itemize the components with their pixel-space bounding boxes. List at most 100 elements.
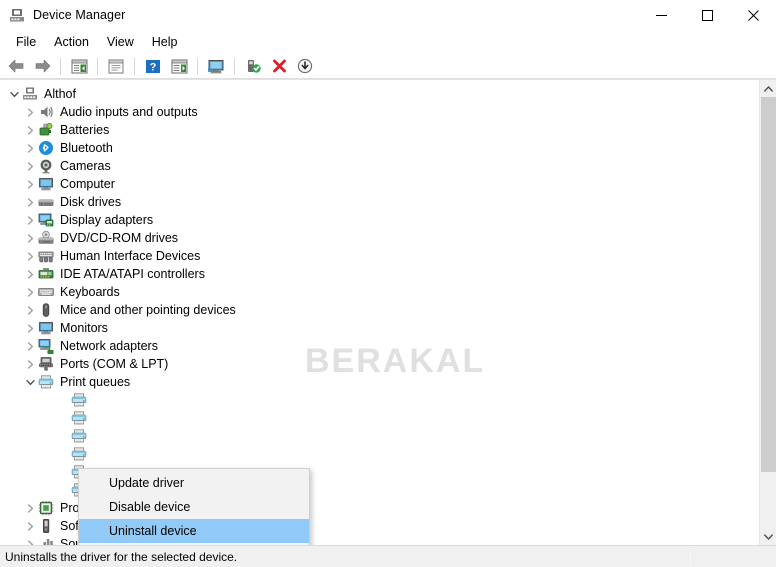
tree-item-print-queue-child[interactable] — [0, 427, 759, 445]
device-manager-window: Device Manager File Action View Help ? B… — [0, 0, 776, 567]
scan-for-hardware-changes-button[interactable] — [204, 55, 228, 77]
tree-item-label: Disk drives — [60, 195, 122, 209]
device-manager-icon — [9, 7, 25, 23]
tree-item-label: Althof — [44, 87, 76, 101]
monitor-icon — [38, 176, 54, 192]
chevron-right-icon[interactable] — [22, 158, 38, 174]
tree-item-print-queue-child[interactable] — [0, 445, 759, 463]
menu-file[interactable]: File — [7, 32, 45, 52]
chevron-right-icon[interactable] — [22, 518, 38, 534]
window-controls — [638, 0, 776, 30]
chevron-right-icon[interactable] — [22, 230, 38, 246]
tree-item-label: Computer — [60, 177, 115, 191]
tree-item-label: Keyboards — [60, 285, 120, 299]
chevron-right-icon[interactable] — [22, 212, 38, 228]
chevron-placeholder — [55, 482, 71, 498]
menu-help[interactable]: Help — [143, 32, 187, 52]
tree-item-mice-and-other-pointing-devices[interactable]: Mice and other pointing devices — [0, 301, 759, 319]
properties-button[interactable] — [104, 55, 128, 77]
menu-view[interactable]: View — [98, 32, 143, 52]
tree-item-root[interactable]: Althof — [0, 85, 759, 103]
toolbar-separator-2 — [97, 57, 98, 75]
tree-item-label: Cameras — [60, 159, 111, 173]
tree-item-label: IDE ATA/ATAPI controllers — [60, 267, 205, 281]
tree-item-bluetooth[interactable]: Bluetooth — [0, 139, 759, 157]
show-hide-console-tree-button[interactable] — [67, 55, 91, 77]
speaker-icon — [38, 104, 54, 120]
menu-action[interactable]: Action — [45, 32, 98, 52]
printer-icon — [38, 374, 54, 390]
context-menu-update-driver[interactable]: Update driver — [79, 471, 309, 495]
help-button[interactable]: ? — [141, 55, 165, 77]
chevron-right-icon[interactable] — [22, 140, 38, 156]
optical-drive-icon — [38, 230, 54, 246]
toolbar: ? — [0, 54, 776, 79]
sound-controller-icon — [38, 536, 54, 545]
forward-button[interactable] — [30, 55, 54, 77]
chevron-down-icon[interactable] — [6, 86, 22, 102]
tree-item-print-queue-child[interactable] — [0, 409, 759, 427]
printer-icon — [71, 392, 87, 408]
back-button[interactable] — [4, 55, 28, 77]
tree-item-network-adapters[interactable]: Network adapters — [0, 337, 759, 355]
tree-item-label: Ports (COM & LPT) — [60, 357, 169, 371]
chevron-down-icon[interactable] — [22, 374, 38, 390]
tree-item-keyboards[interactable]: Keyboards — [0, 283, 759, 301]
port-icon — [38, 356, 54, 372]
chevron-right-icon[interactable] — [22, 194, 38, 210]
tree-item-print-queues[interactable]: Print queues — [0, 373, 759, 391]
scrollbar-up-arrow[interactable] — [760, 80, 776, 97]
chevron-right-icon[interactable] — [22, 176, 38, 192]
chevron-right-icon[interactable] — [22, 338, 38, 354]
context-menu-uninstall-device[interactable]: Uninstall device — [79, 519, 309, 543]
maximize-button[interactable] — [684, 0, 730, 30]
scrollbar-down-arrow[interactable] — [760, 528, 776, 545]
tree-item-disk-drives[interactable]: Disk drives — [0, 193, 759, 211]
context-menu-disable-device[interactable]: Disable device — [79, 495, 309, 519]
chevron-right-icon[interactable] — [22, 266, 38, 282]
chevron-right-icon[interactable] — [22, 356, 38, 372]
chevron-right-icon[interactable] — [22, 122, 38, 138]
tree-item-audio-inputs-and-outputs[interactable]: Audio inputs and outputs — [0, 103, 759, 121]
tree-item-ports-com-lpt[interactable]: Ports (COM & LPT) — [0, 355, 759, 373]
ide-controller-icon — [38, 266, 54, 282]
toolbar-separator-3 — [134, 57, 135, 75]
disable-device-button[interactable] — [293, 55, 317, 77]
uninstall-device-button[interactable] — [267, 55, 291, 77]
chevron-right-icon[interactable] — [22, 104, 38, 120]
tree-item-dvd-cd-rom-drives[interactable]: DVD/CD-ROM drives — [0, 229, 759, 247]
chevron-right-icon[interactable] — [22, 284, 38, 300]
context-menu[interactable]: Update driver Disable device Uninstall dev… — [78, 468, 310, 545]
tree-item-ide-ata-atapi-controllers[interactable]: IDE ATA/ATAPI controllers — [0, 265, 759, 283]
close-button[interactable] — [730, 0, 776, 30]
chevron-right-icon[interactable] — [22, 320, 38, 336]
tree-item-cameras[interactable]: Cameras — [0, 157, 759, 175]
tree-item-label: Monitors — [60, 321, 108, 335]
status-message: Uninstalls the driver for the selected d… — [5, 549, 238, 564]
tree-item-computer[interactable]: Computer — [0, 175, 759, 193]
tree-item-label: Human Interface Devices — [60, 249, 201, 263]
tree-item-print-queue-child[interactable] — [0, 391, 759, 409]
chevron-right-icon[interactable] — [22, 500, 38, 516]
scrollbar-thumb[interactable] — [761, 97, 776, 472]
tree-item-batteries[interactable]: Batteries — [0, 121, 759, 139]
tree-item-label: Print queues — [60, 375, 131, 389]
status-bar-divider — [690, 547, 691, 566]
camera-icon — [38, 158, 54, 174]
chevron-right-icon[interactable] — [22, 536, 38, 545]
title-bar: Device Manager — [0, 0, 776, 30]
tree-item-monitors[interactable]: Monitors — [0, 319, 759, 337]
show-hide-action-pane-button[interactable] — [167, 55, 191, 77]
bluetooth-icon — [38, 140, 54, 156]
monitor-icon — [38, 320, 54, 336]
tree-item-human-interface-devices[interactable]: Human Interface Devices — [0, 247, 759, 265]
tree-item-display-adapters[interactable]: Display adapters — [0, 211, 759, 229]
chevron-right-icon[interactable] — [22, 248, 38, 264]
toolbar-separator-5 — [234, 57, 235, 75]
printer-icon — [71, 446, 87, 462]
tree-item-label: Display adapters — [60, 213, 154, 227]
chevron-right-icon[interactable] — [22, 302, 38, 318]
update-driver-button[interactable] — [241, 55, 265, 77]
vertical-scrollbar[interactable] — [759, 80, 776, 545]
minimize-button[interactable] — [638, 0, 684, 30]
